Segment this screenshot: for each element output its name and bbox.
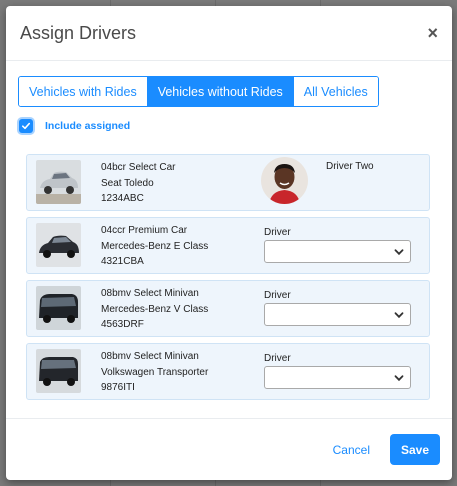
- tab-all-vehicles[interactable]: All Vehicles: [293, 77, 378, 106]
- vehicle-row: 08bmv Select Minivan Volkswagen Transpor…: [26, 343, 430, 400]
- chevron-down-icon: [394, 375, 404, 382]
- modal-footer: Cancel Save: [6, 418, 452, 480]
- include-assigned-row: Include assigned: [18, 119, 440, 133]
- car-image: [36, 286, 81, 330]
- modal-title: Assign Drivers: [20, 22, 137, 43]
- vehicle-plate: 4321CBA: [101, 256, 144, 267]
- driver-avatar: [261, 157, 308, 204]
- modal-header: Assign Drivers ×: [6, 6, 452, 61]
- vehicle-info: 08bmv Select Minivan Mercedes-Benz V Cla…: [101, 286, 208, 333]
- tab-vehicles-with-rides[interactable]: Vehicles with Rides: [19, 77, 148, 106]
- close-icon[interactable]: ×: [427, 24, 438, 42]
- vehicle-row: 04ccr Premium Car Mercedes-Benz E Class …: [26, 217, 430, 274]
- vehicle-info: 08bmv Select Minivan Volkswagen Transpor…: [101, 349, 208, 396]
- vehicle-model: Seat Toledo: [101, 177, 154, 189]
- vehicle-plate: 1234ABC: [101, 193, 144, 204]
- chevron-down-icon: [394, 249, 404, 256]
- vehicle-class: 04ccr Premium Car: [101, 225, 188, 236]
- vehicle-class: 04bcr Select Car: [101, 162, 176, 173]
- vehicle-class: 08bmv Select Minivan: [101, 288, 199, 299]
- tab-vehicles-without-rides[interactable]: Vehicles without Rides: [147, 77, 294, 106]
- car-image: [36, 160, 81, 204]
- vehicle-plate: 9876ITI: [101, 382, 135, 393]
- include-assigned-label[interactable]: Include assigned: [45, 120, 130, 132]
- vehicle-model: Volkswagen Transporter: [101, 366, 209, 378]
- driver-label: Driver: [264, 290, 291, 301]
- driver-select[interactable]: [264, 366, 411, 389]
- vehicle-plate: 4563DRF: [101, 319, 144, 330]
- car-image: [36, 223, 81, 267]
- assign-drivers-modal: Assign Drivers × Vehicles with Rides Veh…: [6, 6, 452, 480]
- driver-label: Driver: [264, 227, 291, 238]
- vehicle-row: 04bcr Select Car Seat Toledo 1234ABC Dri…: [26, 154, 430, 211]
- cancel-button[interactable]: Cancel: [333, 443, 370, 457]
- driver-label: Driver: [264, 353, 291, 364]
- save-button[interactable]: Save: [390, 434, 440, 465]
- vehicle-info: 04bcr Select Car Seat Toledo 1234ABC: [101, 160, 175, 207]
- vehicle-list: 04bcr Select Car Seat Toledo 1234ABC Dri…: [18, 154, 440, 400]
- vehicle-row: 08bmv Select Minivan Mercedes-Benz V Cla…: [26, 280, 430, 337]
- vehicle-filter-tabs: Vehicles with Rides Vehicles without Rid…: [18, 76, 379, 107]
- vehicle-class: 08bmv Select Minivan: [101, 351, 199, 362]
- checkmark-icon: [21, 122, 30, 130]
- driver-select[interactable]: [264, 240, 411, 263]
- car-image: [36, 349, 81, 393]
- driver-select[interactable]: [264, 303, 411, 326]
- vehicle-info: 04ccr Premium Car Mercedes-Benz E Class …: [101, 223, 208, 270]
- include-assigned-checkbox[interactable]: [19, 119, 33, 133]
- assigned-driver-name: Driver Two: [326, 161, 374, 172]
- vehicle-model: Mercedes-Benz E Class: [101, 240, 209, 252]
- vehicle-model: Mercedes-Benz V Class: [101, 303, 209, 315]
- modal-body: Vehicles with Rides Vehicles without Rid…: [6, 61, 452, 400]
- chevron-down-icon: [394, 312, 404, 319]
